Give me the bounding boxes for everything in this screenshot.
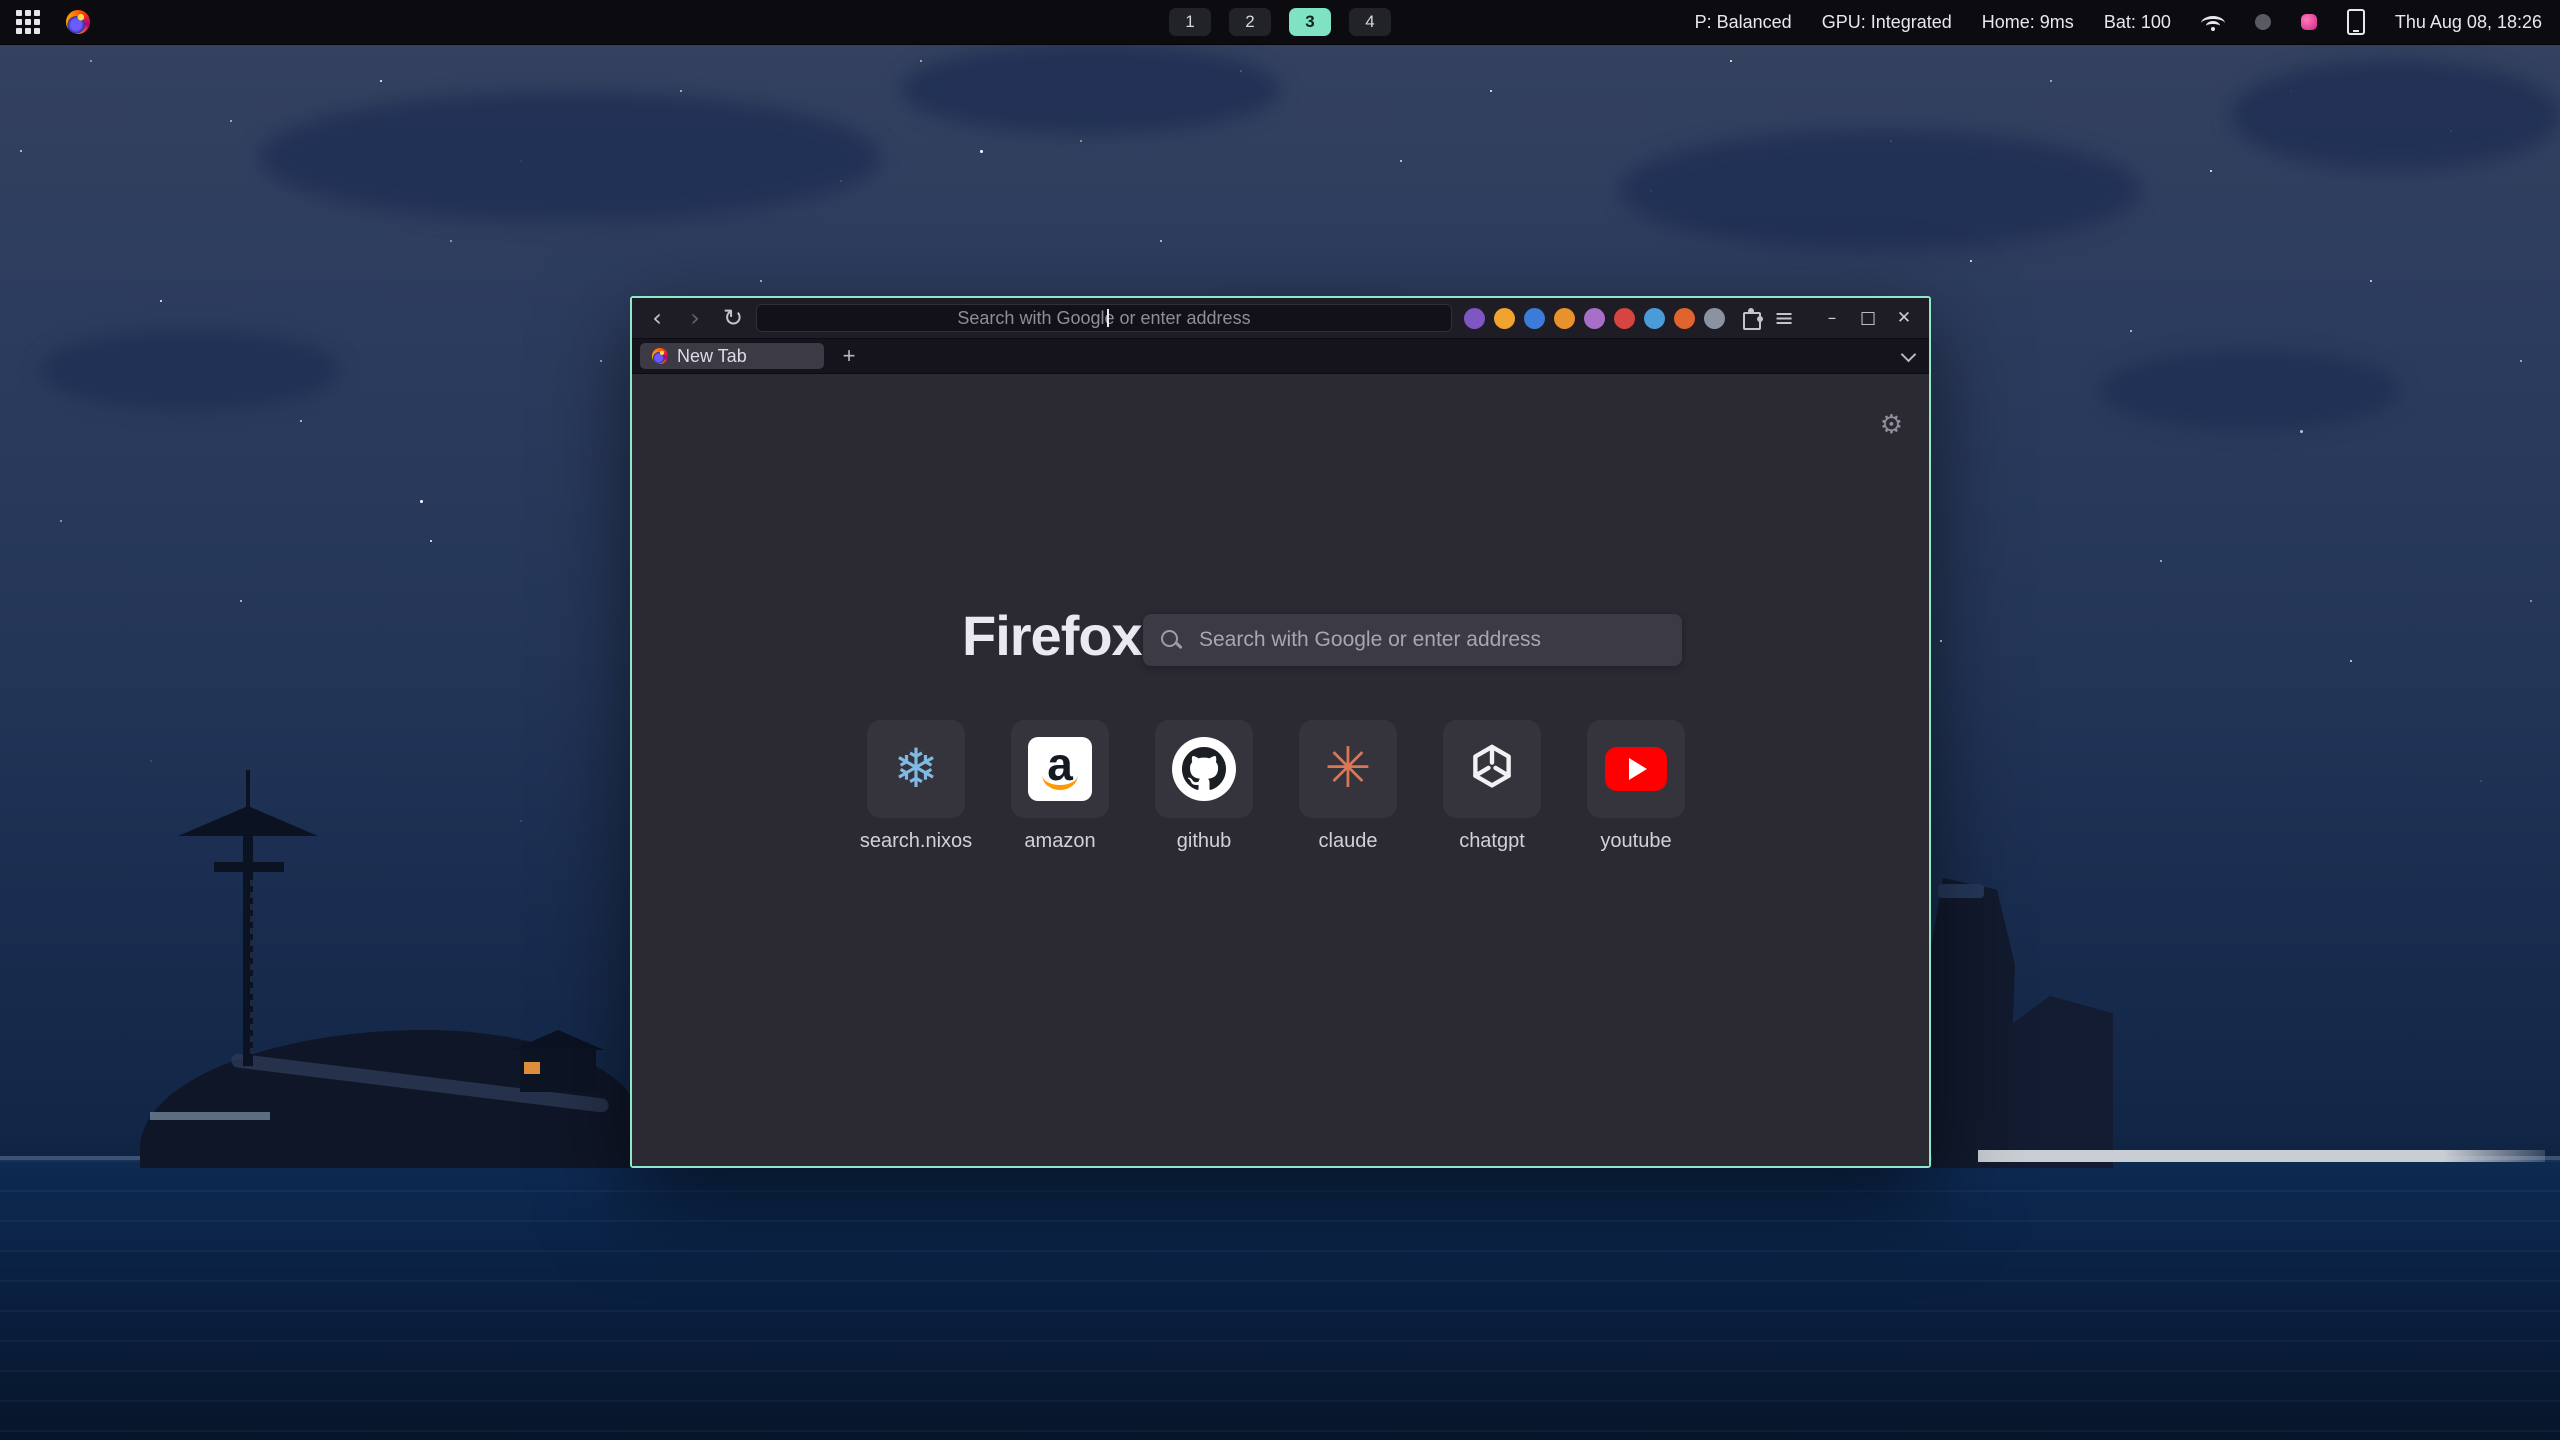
menu-hamburger-icon[interactable]: ≡ [1769,303,1799,333]
tab-new-tab[interactable]: New Tab [640,343,824,369]
island-right-rock-2 [2008,996,2113,1168]
watchtower-mast [246,770,250,810]
ocean [0,1160,2560,1440]
maximize-button[interactable]: □ [1853,303,1883,333]
shortcut-label: youtube [1600,830,1671,853]
wifi-icon [2201,13,2225,31]
shortcut-youtube[interactable]: youtube [1587,720,1685,853]
firefox-favicon [652,348,668,364]
workspace-4[interactable]: 4 [1349,8,1391,36]
openai-knot-icon [1464,739,1520,800]
rock-highlight [1938,884,1984,898]
hut-window-light [524,1062,540,1074]
firefox-logo-icon [874,600,944,670]
workspace-2[interactable]: 2 [1229,8,1271,36]
app-launcher-icon[interactable] [16,10,40,34]
browser-toolbar: ‹ › ↻ ≡ – □ ✕ [632,298,1929,339]
cloud [260,92,880,222]
cloud [1620,130,2140,250]
extension-icon-1[interactable] [1464,308,1485,329]
workspace-switcher: 1 2 3 4 [1169,0,1391,44]
extension-icon-9[interactable] [1704,308,1725,329]
search-icon [1161,630,1181,650]
forward-icon[interactable]: › [680,303,710,333]
close-button[interactable]: ✕ [1889,303,1919,333]
new-tab-button[interactable]: + [836,343,862,369]
url-input[interactable] [756,304,1452,332]
shortcut-label: amazon [1024,830,1095,853]
github-octocat-icon [1172,737,1236,801]
back-icon[interactable]: ‹ [642,303,672,333]
workspace-3-active[interactable]: 3 [1289,8,1331,36]
extension-icon-2[interactable] [1494,308,1515,329]
watchtower-ladder [250,880,253,1060]
shortcut-label: claude [1319,830,1378,853]
firefox-window: ‹ › ↻ ≡ – □ ✕ [630,296,1931,1168]
tab-title: New Tab [677,346,747,367]
newtab-search-input[interactable] [1197,627,1682,653]
shortcut-label: github [1177,830,1232,853]
shortcut-label: chatgpt [1459,830,1525,853]
amazon-icon: a [1028,737,1092,801]
shortcut-chatgpt[interactable]: chatgpt [1443,720,1541,853]
extension-icon-4[interactable] [1554,308,1575,329]
text-caret [1107,309,1109,327]
island-dock [150,1112,270,1120]
island-right-rock [1925,878,2015,1168]
claude-starburst-icon: ✳ [1325,741,1372,797]
personalize-gear-icon[interactable]: ⚙ [1880,412,1903,438]
extension-icon-8[interactable] [1674,308,1695,329]
shortcut-github[interactable]: github [1155,720,1253,853]
shortcut-label: search.nixos [860,830,972,853]
newtab-search-bar [1143,614,1682,666]
clock: Thu Aug 08, 18:26 [2395,12,2542,33]
bluetooth-icon [2255,14,2271,30]
list-tabs-chevron-icon[interactable] [1895,343,1921,369]
firefox-wordmark: Firefox [962,600,1142,670]
shortcut-amazon[interactable]: a amazon [1011,720,1109,853]
phone-icon [2347,9,2365,35]
minimize-button[interactable]: – [1817,303,1847,333]
window-controls: – □ ✕ [1817,303,1919,333]
extension-strip [1460,308,1729,329]
nixos-snowflake-icon: ❄ [893,742,938,796]
gpu-status: GPU: Integrated [1822,12,1952,33]
extension-icon-7[interactable] [1644,308,1665,329]
indicator-icon [2301,14,2317,30]
cloud [2230,60,2560,170]
extension-icon-3[interactable] [1524,308,1545,329]
url-bar [756,304,1452,332]
workspace-1[interactable]: 1 [1169,8,1211,36]
shortcut-tiles: ❄ search.nixos a amazon [867,720,1685,853]
tab-bar: New Tab + [632,339,1929,374]
power-profile-status: P: Balanced [1695,12,1792,33]
cloud [2100,350,2400,430]
extension-icon-5[interactable] [1584,308,1605,329]
new-tab-page: ⚙ Firefox ❄ search.nixos a amazon [632,374,1929,1166]
youtube-play-icon [1605,747,1667,791]
hut-roof [512,1030,604,1050]
home-latency-status: Home: 9ms [1982,12,2074,33]
firefox-launcher-icon[interactable] [66,10,90,34]
status-bar: 1 2 3 4 P: Balanced GPU: Integrated Home… [0,0,2560,45]
cloud [40,330,340,410]
shortcut-claude[interactable]: ✳ claude [1299,720,1397,853]
shortcut-search-nixos[interactable]: ❄ search.nixos [867,720,965,853]
extension-icon-6[interactable] [1614,308,1635,329]
cloud [900,44,1280,134]
battery-status: Bat: 100 [2104,12,2171,33]
beach-strip [1978,1150,2545,1162]
extensions-puzzle-icon[interactable] [1741,308,1761,328]
reload-icon[interactable]: ↻ [718,303,748,333]
